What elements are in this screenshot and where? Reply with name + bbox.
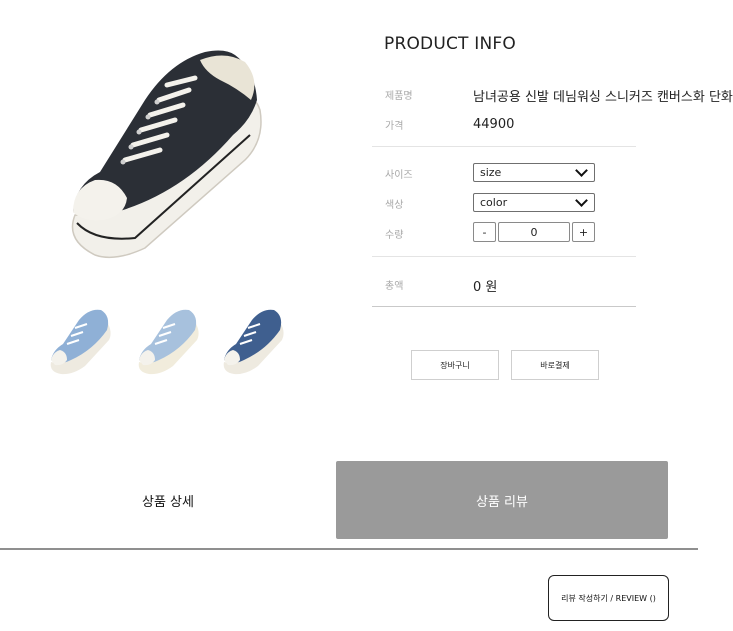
product-name-value: 남녀공용 신발 데님워싱 스니커즈 캔버스화 단화 <box>473 90 733 105</box>
quantity-label: 수량 <box>385 230 404 241</box>
total-label: 총액 <box>385 281 404 292</box>
tab-label: 상품 리뷰 <box>476 494 528 510</box>
tabs-divider <box>0 548 698 550</box>
quantity-decrease-button[interactable]: - <box>473 222 496 242</box>
add-to-cart-button[interactable]: 장바구니 <box>411 350 499 380</box>
size-select-value: size <box>480 166 502 179</box>
tab-product-detail[interactable]: 상품 상세 <box>0 461 336 539</box>
tab-product-review[interactable]: 상품 리뷰 <box>336 461 668 539</box>
price-value: 44900 <box>473 117 515 132</box>
color-select[interactable]: color <box>473 193 595 212</box>
color-select-value: color <box>480 196 508 209</box>
product-info-title: PRODUCT INFO <box>384 34 516 54</box>
main-product-image <box>55 40 285 270</box>
chevron-down-icon <box>575 164 588 177</box>
product-name-label: 제품명 <box>385 91 413 102</box>
color-label: 색상 <box>385 200 404 211</box>
thumbnail-image[interactable] <box>45 300 115 380</box>
size-label: 사이즈 <box>385 170 413 181</box>
total-value: 0 원 <box>473 280 498 295</box>
write-review-button[interactable]: 리뷰 작성하기 / REVIEW () <box>548 575 669 621</box>
quantity-increase-button[interactable]: + <box>572 222 595 242</box>
quantity-input[interactable]: 0 <box>498 222 570 242</box>
chevron-down-icon <box>575 194 588 207</box>
thumbnail-image[interactable] <box>218 300 288 380</box>
divider <box>372 146 636 147</box>
divider <box>372 306 636 307</box>
divider <box>372 256 636 257</box>
thumbnail-image[interactable] <box>133 300 203 380</box>
tab-label: 상품 상세 <box>142 494 194 510</box>
buy-now-button[interactable]: 바로결제 <box>511 350 599 380</box>
size-select[interactable]: size <box>473 163 595 182</box>
price-label: 가격 <box>385 121 404 132</box>
